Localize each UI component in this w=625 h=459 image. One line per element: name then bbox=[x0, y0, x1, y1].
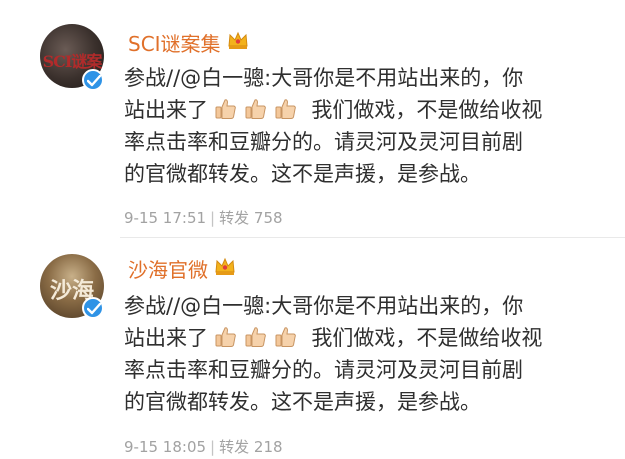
text-line: 的官微都转发。这不是声援，是参战。 bbox=[124, 390, 481, 414]
post-meta: 9-15 17:51 | 转发 758 bbox=[124, 207, 283, 228]
mention-link[interactable]: @白一骢 bbox=[180, 66, 264, 90]
text-prefix: 参战// bbox=[124, 66, 181, 90]
thumbs-up-emoji bbox=[245, 325, 267, 357]
timestamp[interactable]: 9-15 18:05 bbox=[124, 438, 206, 456]
post-text: 参战//@白一骢:大哥你是不用站出来的，你 站出来了 我们做戏，不是做给收视 率… bbox=[124, 62, 594, 190]
text-segment: 站出来了 bbox=[124, 98, 208, 122]
weibo-post: SCI谜案 SCI谜案集 参战//@白一骢:大哥你是不用站出来的，你 站出来了 … bbox=[0, 0, 625, 238]
account-row: SCI谜案集 bbox=[128, 28, 249, 56]
account-name[interactable]: SCI谜案集 bbox=[128, 28, 221, 57]
text-line: 的官微都转发。这不是声援，是参战。 bbox=[124, 162, 481, 186]
repost-label[interactable]: 转发 bbox=[219, 209, 249, 227]
repost-count[interactable]: 758 bbox=[254, 209, 283, 227]
timestamp[interactable]: 9-15 17:51 bbox=[124, 209, 206, 227]
repost-label[interactable]: 转发 bbox=[219, 438, 249, 456]
text-line: 率点击率和豆瓣分的。请灵河及灵河目前剧 bbox=[124, 130, 523, 154]
text-line: 率点击率和豆瓣分的。请灵河及灵河目前剧 bbox=[124, 358, 523, 382]
weibo-post: 沙海 沙海官微 参战//@白一骢:大哥你是不用站出来的，你 站出来了 我们做戏，… bbox=[0, 238, 625, 459]
meta-separator: | bbox=[210, 209, 216, 227]
post-text: 参战//@白一骢:大哥你是不用站出来的，你 站出来了 我们做戏，不是做给收视 率… bbox=[124, 290, 594, 418]
verified-badge-icon bbox=[82, 69, 104, 91]
account-row: 沙海官微 bbox=[128, 254, 236, 282]
thumbs-up-emoji bbox=[245, 97, 267, 129]
verified-badge-icon bbox=[82, 297, 104, 319]
repost-count[interactable]: 218 bbox=[254, 438, 283, 456]
mention-link[interactable]: @白一骢 bbox=[180, 294, 264, 318]
meta-separator: | bbox=[210, 438, 216, 456]
text-segment: :大哥你是不用站出来的，你 bbox=[264, 66, 524, 90]
post-meta: 9-15 18:05 | 转发 218 bbox=[124, 436, 283, 457]
thumbs-up-emoji bbox=[275, 325, 297, 357]
account-name[interactable]: 沙海官微 bbox=[128, 254, 208, 283]
vip-crown-icon bbox=[214, 256, 236, 281]
vip-crown-icon bbox=[227, 30, 249, 55]
text-segment: 我们做戏，不是做给收视 bbox=[311, 98, 543, 122]
text-segment: 我们做戏，不是做给收视 bbox=[311, 326, 543, 350]
thumbs-up-emoji bbox=[215, 97, 237, 129]
text-segment: :大哥你是不用站出来的，你 bbox=[264, 294, 524, 318]
text-segment: 站出来了 bbox=[124, 326, 208, 350]
thumbs-up-emoji bbox=[215, 325, 237, 357]
thumbs-up-emoji bbox=[275, 97, 297, 129]
text-prefix: 参战// bbox=[124, 294, 181, 318]
